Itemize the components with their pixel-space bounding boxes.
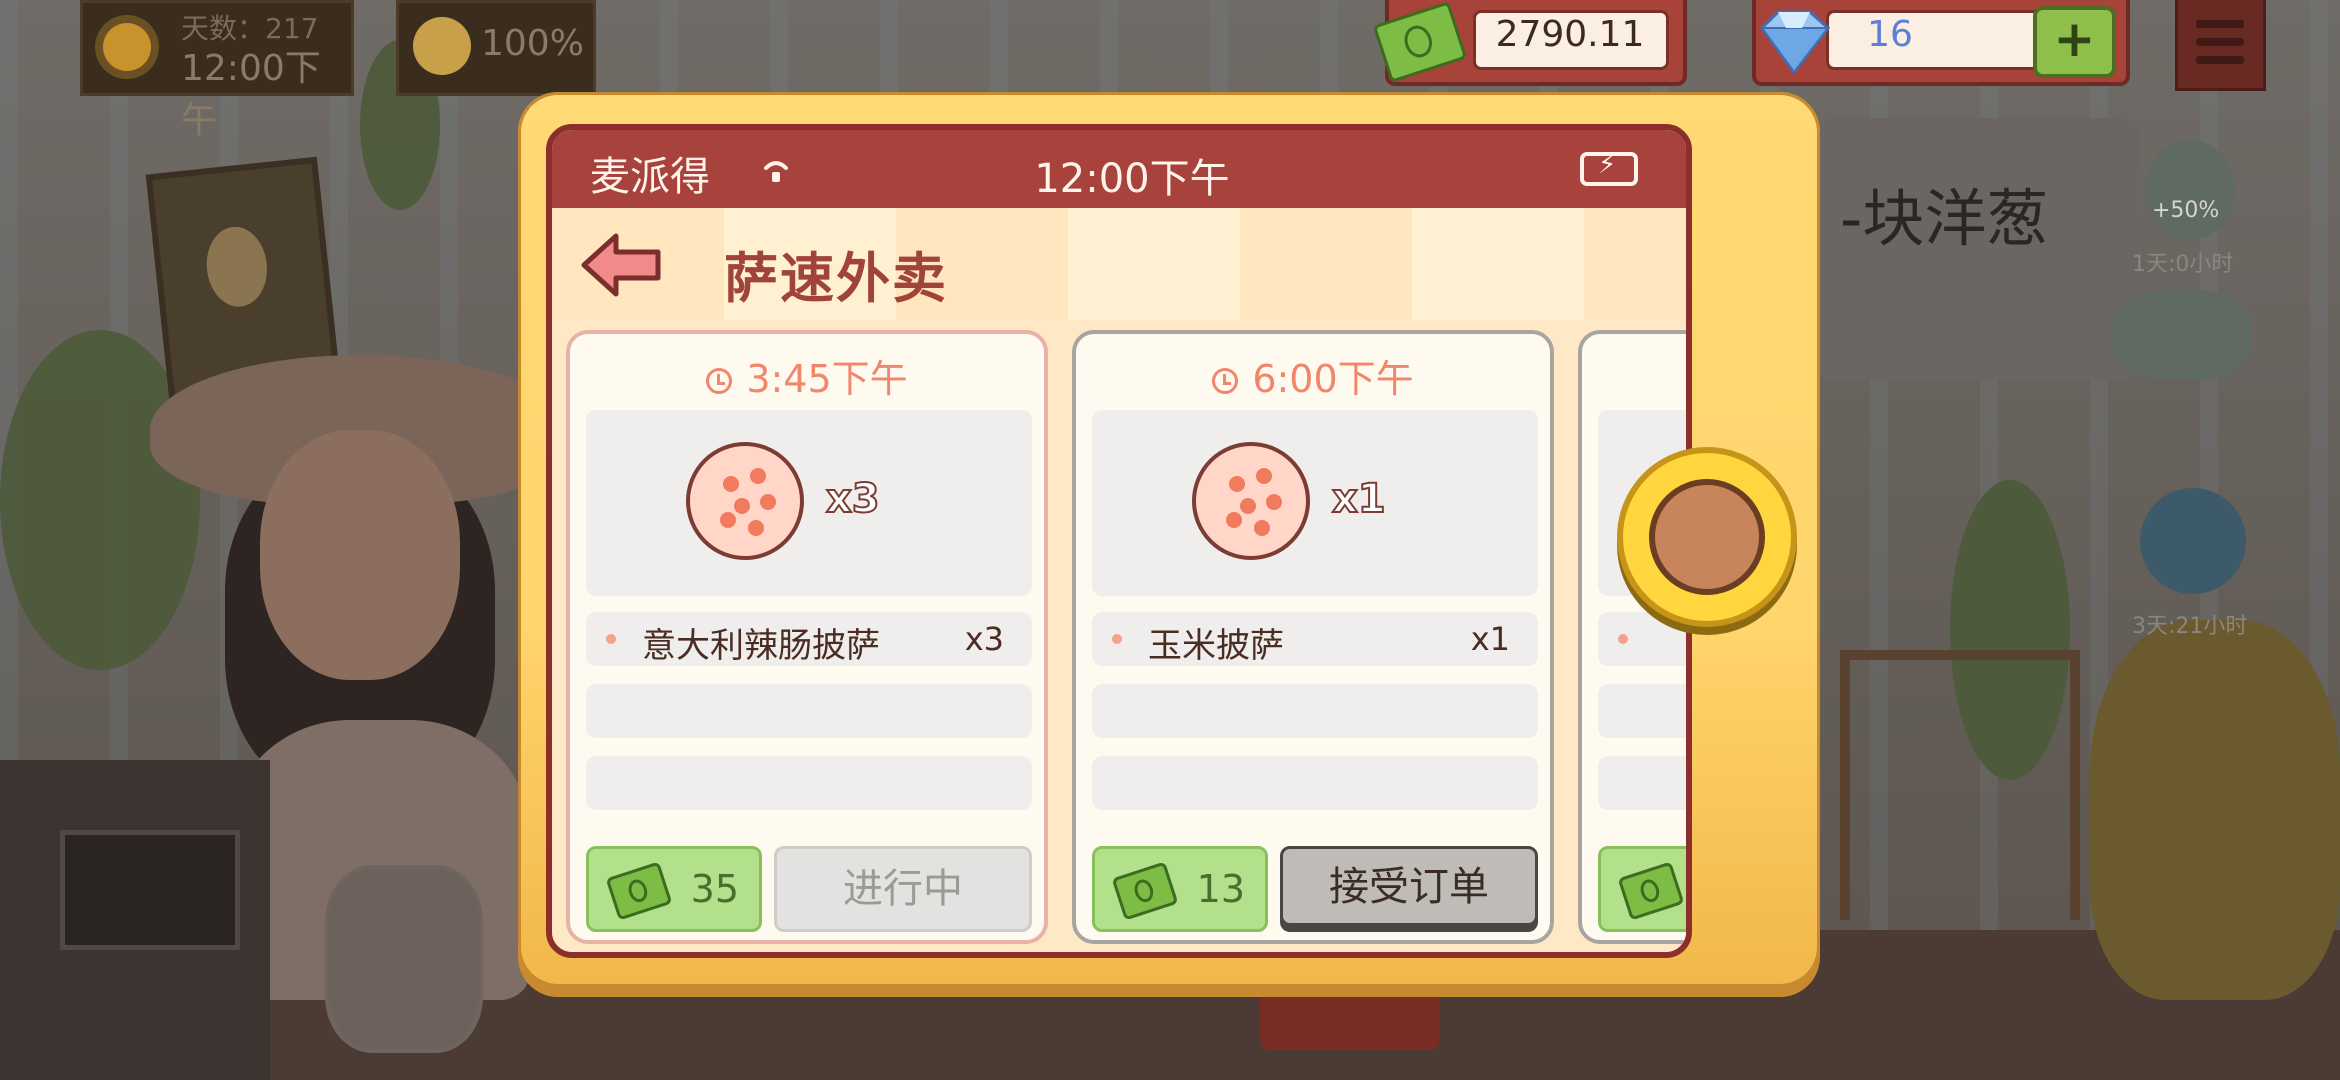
item-name: 意大利辣肠披萨	[642, 626, 880, 666]
order-image: x1	[1092, 410, 1538, 596]
order-card-partial[interactable]	[1578, 330, 1686, 944]
status-clock: 12:00下午	[1034, 156, 1230, 202]
plus-icon: +	[2053, 10, 2096, 68]
order-board: -块洋葱	[1810, 118, 2140, 380]
item-count: x3	[964, 620, 1004, 658]
order-pay	[1598, 846, 1686, 932]
cash-icon	[605, 861, 673, 921]
order-time-text: 6:00下午	[1252, 357, 1414, 401]
scroll-knob[interactable]	[1617, 447, 1797, 627]
order-pay: 13	[1092, 846, 1268, 932]
order-line-empty	[1598, 684, 1686, 738]
accept-order-button[interactable]: 接受订单	[1280, 846, 1538, 926]
order-card[interactable]: 6:00下午 x1 玉米披萨 x1 13 接受订单	[1072, 330, 1554, 944]
globe-icon[interactable]	[2140, 488, 2246, 594]
sun-icon	[103, 23, 151, 71]
order-pay: 35	[586, 846, 762, 932]
back-arrow-icon[interactable]	[580, 232, 662, 298]
app-header: 萨速外卖	[552, 208, 1686, 320]
phone-screen: 麦派得 12:00下午 ⚡ 萨速外卖 3:45下午 x3 意大利辣肠披萨 x3 …	[546, 124, 1692, 958]
pizza-icon	[686, 442, 804, 560]
day-time-widget[interactable]: 天数：217 12:00下午	[80, 0, 354, 141]
item-count: x1	[1470, 620, 1510, 658]
battery-icon: ⚡	[1580, 150, 1638, 186]
table-base	[1260, 990, 1440, 1050]
cash-register	[0, 760, 270, 1080]
app-title: 萨速外卖	[724, 247, 948, 310]
order-image: x3	[586, 410, 1032, 596]
in-progress-button: 进行中	[774, 846, 1032, 932]
status-bar: 麦派得 12:00下午 ⚡	[552, 130, 1686, 208]
mood-widget[interactable]: 100%	[396, 0, 596, 96]
order-line-item: 意大利辣肠披萨 x3	[586, 612, 1032, 666]
cash-icon	[1111, 861, 1179, 921]
order-time: 6:00下午	[1076, 348, 1550, 403]
order-line-empty	[1598, 756, 1686, 810]
item-name: 玉米披萨	[1148, 626, 1284, 666]
order-card[interactable]: 3:45下午 x3 意大利辣肠披萨 x3 35 进行中	[566, 330, 1048, 944]
clock-icon	[1212, 368, 1239, 394]
scissors-icon[interactable]	[2112, 290, 2252, 380]
clock-icon	[706, 368, 733, 394]
order-line-empty	[586, 756, 1032, 810]
bonus-jar-icon[interactable]	[2145, 140, 2235, 240]
order-line-item: 玉米披萨 x1	[1092, 612, 1538, 666]
chair	[1840, 650, 2080, 920]
diamond-icon	[1760, 10, 1831, 75]
order-qty-badge: x1	[1331, 475, 1387, 523]
timer-2: 3天:21小时	[2132, 614, 2248, 639]
cash-icon	[1617, 861, 1685, 921]
pay-amount: 13	[1196, 867, 1245, 911]
order-line-empty	[1092, 684, 1538, 738]
fish-planter	[2090, 620, 2340, 1000]
time-label: 12:00下午	[181, 48, 321, 141]
order-time: 3:45下午	[570, 348, 1044, 403]
gem-value: 16	[1867, 14, 1913, 55]
customer-head	[260, 430, 460, 680]
menu-button[interactable]	[2175, 0, 2266, 91]
mood-percent: 100%	[481, 23, 584, 64]
board-text: -块洋葱	[1840, 182, 2049, 255]
order-line-empty	[1092, 756, 1538, 810]
pay-amount: 35	[690, 867, 739, 911]
wifi-icon	[764, 161, 788, 182]
carrier-name: 麦派得	[590, 154, 710, 200]
order-qty-badge: x3	[825, 475, 881, 523]
add-gems-button[interactable]: +	[2033, 6, 2116, 78]
smiley-icon	[413, 17, 471, 75]
timer-1: 1天:0小时	[2132, 252, 2234, 277]
order-list[interactable]: 3:45下午 x3 意大利辣肠披萨 x3 35 进行中 6:00下午 x1 玉米…	[552, 320, 1686, 952]
money-value: 2790.11	[1495, 14, 1645, 55]
glass-jar	[325, 865, 483, 1053]
order-time-text: 3:45下午	[746, 357, 908, 401]
bonus-text: +50%	[2152, 198, 2220, 223]
order-line-empty	[586, 684, 1032, 738]
pizza-icon	[1192, 442, 1310, 560]
